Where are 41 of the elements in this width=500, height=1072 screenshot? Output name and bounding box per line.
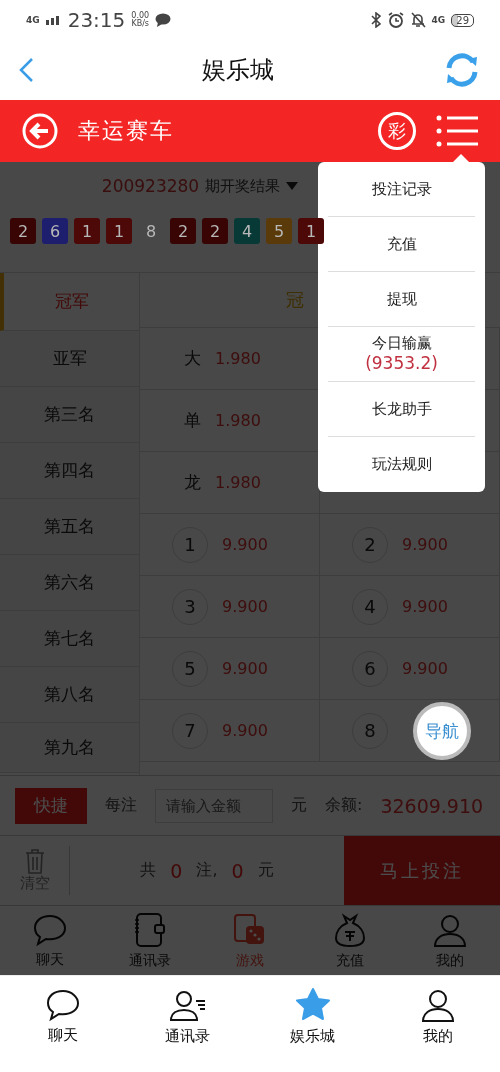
- back-circle-icon[interactable]: [22, 113, 58, 149]
- page-title: 娱乐城: [202, 55, 274, 86]
- nav-tab[interactable]: 我的: [397, 976, 478, 1056]
- odds-value: 9.900: [222, 535, 268, 554]
- battery-level: 29: [451, 13, 474, 27]
- bet-amount: 0: [231, 859, 244, 882]
- odds-value: 9.900: [222, 721, 268, 740]
- balance-value: 32609.910: [380, 794, 484, 817]
- menu-icon[interactable]: [436, 114, 478, 148]
- odds-value: 9.900: [402, 597, 448, 616]
- network-label: 4G: [431, 15, 446, 25]
- chat-icon: [44, 987, 81, 1022]
- odds-value: 1.980: [215, 473, 261, 492]
- message-icon: [155, 13, 172, 27]
- issue-number: 200923280: [101, 176, 200, 196]
- odds-value: 9.900: [222, 659, 268, 678]
- network-label: 4G: [26, 15, 40, 25]
- clock-time: 23:15: [67, 8, 126, 32]
- odds-value: 9.900: [402, 659, 448, 678]
- nav-tab[interactable]: 娱乐城: [272, 976, 353, 1056]
- odds-value: 9.900: [402, 535, 448, 554]
- odds-value: 9.900: [222, 597, 268, 616]
- nav-tab[interactable]: 通讯录: [147, 976, 228, 1056]
- bet-label: 大: [184, 347, 201, 370]
- bluetooth-icon: [369, 12, 382, 28]
- alarm-icon: [387, 12, 404, 28]
- speed-unit: KB/s: [131, 20, 149, 28]
- bet-label: 龙: [184, 471, 201, 494]
- back-icon[interactable]: [18, 57, 34, 83]
- nav-tab[interactable]: 聊天: [22, 976, 103, 1056]
- result-label[interactable]: 期开奖结果: [205, 176, 281, 196]
- bet-label: 单: [184, 409, 201, 432]
- lottery-badge[interactable]: 彩: [378, 112, 416, 150]
- star-icon: [294, 986, 331, 1023]
- network-speed: 0.00: [131, 12, 150, 20]
- mute-bell-icon: [409, 12, 426, 28]
- odds-value: 1.980: [215, 349, 261, 368]
- bet-count: 0: [170, 859, 183, 882]
- odds-value: 1.980: [215, 411, 261, 430]
- game-title: 幸运赛车: [78, 117, 175, 145]
- signal-icon: [45, 15, 62, 25]
